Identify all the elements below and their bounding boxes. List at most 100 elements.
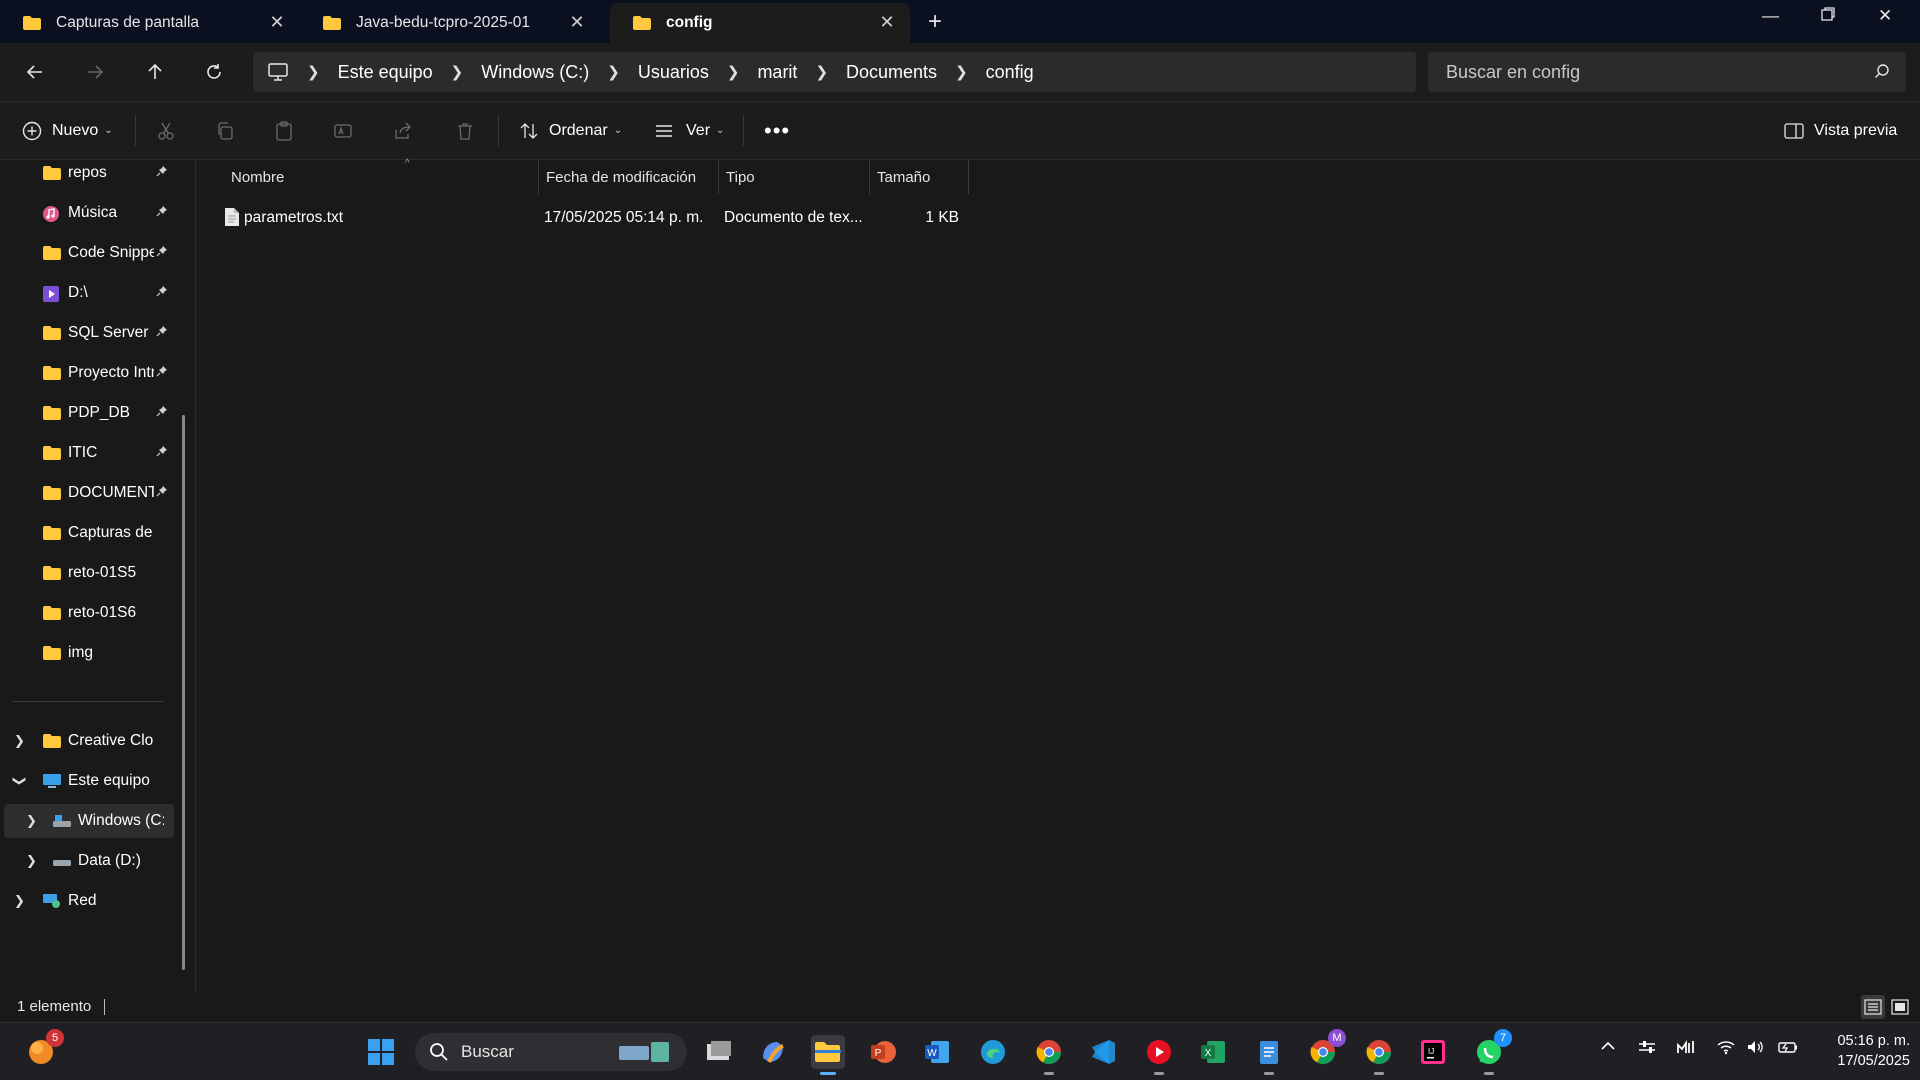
- intellij-button[interactable]: IJ: [1416, 1035, 1450, 1069]
- tab-java-bedu[interactable]: Java-bedu-tcpro-2025-01 ✕: [300, 3, 600, 43]
- chevron-right-icon[interactable]: ❯: [26, 813, 37, 829]
- sidebar-item-quick-access[interactable]: reto-01S6: [0, 596, 180, 630]
- sidebar-item-quick-access[interactable]: D:\: [0, 276, 180, 310]
- chrome-second-button[interactable]: [1362, 1035, 1396, 1075]
- excel-button[interactable]: X: [1196, 1035, 1230, 1069]
- search-input[interactable]: Buscar en config: [1428, 52, 1906, 92]
- notepad-button[interactable]: [1252, 1035, 1286, 1075]
- breadcrumb-este-equipo[interactable]: Este equipo: [338, 62, 433, 83]
- sidebar-item-este-equipo[interactable]: ❯ Este equipo: [0, 764, 180, 798]
- table-row[interactable]: parametros.txt 17/05/2025 05:14 p. m. Do…: [224, 200, 969, 234]
- sidebar-item-quick-access[interactable]: ITIC: [0, 436, 180, 470]
- sidebar-item-quick-access[interactable]: DOCUMENTO: [0, 476, 180, 510]
- chevron-right-icon[interactable]: ❯: [727, 63, 740, 81]
- chevron-right-icon[interactable]: ❯: [607, 63, 620, 81]
- view-button[interactable]: Ver ⌄: [654, 102, 724, 159]
- pin-icon[interactable]: [156, 485, 168, 500]
- whatsapp-button[interactable]: 7: [1472, 1029, 1512, 1075]
- pin-icon[interactable]: [156, 325, 168, 340]
- pin-icon[interactable]: [156, 205, 168, 220]
- copy-button[interactable]: [215, 102, 235, 159]
- sidebar-item-windows-c[interactable]: ❯ Windows (C:): [4, 804, 174, 838]
- sidebar-item-red[interactable]: ❯ Red: [0, 884, 180, 918]
- sidebar-item-quick-access[interactable]: Música: [0, 196, 180, 230]
- sidebar-item-quick-access[interactable]: img: [0, 636, 180, 670]
- column-header-type[interactable]: Tipo: [718, 160, 867, 194]
- tiles-view-button[interactable]: [1888, 995, 1912, 1019]
- new-button[interactable]: Nuevo ⌄: [22, 102, 113, 159]
- widgets-button[interactable]: 5: [24, 1029, 64, 1069]
- sidebar-scrollbar[interactable]: [182, 415, 185, 970]
- vscode-button[interactable]: [1086, 1035, 1120, 1069]
- sidebar-item-quick-access[interactable]: Proyecto Intr: [0, 356, 180, 390]
- chevron-right-icon[interactable]: ❯: [14, 733, 25, 749]
- battery-icon[interactable]: [1776, 1039, 1798, 1059]
- sidebar-item-quick-access[interactable]: reto-01S5: [0, 556, 180, 590]
- sidebar-item-quick-access[interactable]: Capturas de par: [0, 516, 180, 550]
- minimize-icon[interactable]: —: [1762, 6, 1779, 26]
- chevron-down-icon[interactable]: ❯: [11, 776, 27, 787]
- cut-button[interactable]: [156, 102, 176, 159]
- sidebar-item-creative-cloud[interactable]: ❯ Creative Cloud F: [0, 724, 180, 758]
- chrome-button[interactable]: [1032, 1035, 1066, 1075]
- close-icon[interactable]: ✕: [878, 13, 896, 31]
- chevron-right-icon[interactable]: ❯: [815, 63, 828, 81]
- chevron-right-icon[interactable]: ❯: [14, 893, 25, 909]
- column-header-modified[interactable]: Fecha de modificación: [538, 160, 717, 194]
- new-tab-button[interactable]: +: [928, 10, 942, 34]
- meter-icon[interactable]: [1676, 1039, 1696, 1059]
- volume-icon[interactable]: [1746, 1039, 1766, 1059]
- sidebar-item-data-d[interactable]: ❯ Data (D:): [0, 844, 180, 878]
- sidebar-item-quick-access[interactable]: repos: [0, 156, 180, 190]
- close-icon[interactable]: ✕: [268, 13, 286, 31]
- breadcrumb-marit[interactable]: marit: [757, 62, 797, 83]
- column-header-size[interactable]: Tamaño: [869, 160, 969, 194]
- pin-icon[interactable]: [156, 285, 168, 300]
- tab-config[interactable]: config ✕: [610, 3, 910, 43]
- breadcrumb-documents[interactable]: Documents: [846, 62, 937, 83]
- file-explorer-button[interactable]: [811, 1035, 845, 1075]
- pin-icon[interactable]: [156, 165, 168, 180]
- breadcrumb-config[interactable]: config: [986, 62, 1034, 83]
- pin-icon[interactable]: [156, 365, 168, 380]
- sort-button[interactable]: Ordenar ⌄: [519, 102, 622, 159]
- up-button[interactable]: [140, 57, 170, 87]
- rename-button[interactable]: [333, 102, 353, 159]
- copilot-button[interactable]: [756, 1035, 790, 1069]
- sidebar-item-quick-access[interactable]: Code Snippe: [0, 236, 180, 270]
- wifi-icon[interactable]: [1716, 1039, 1736, 1059]
- chevron-right-icon[interactable]: ❯: [451, 63, 464, 81]
- sliders-icon[interactable]: [1638, 1039, 1656, 1059]
- refresh-button[interactable]: [199, 57, 229, 87]
- chevron-right-icon[interactable]: ❯: [955, 63, 968, 81]
- details-view-button[interactable]: [1861, 995, 1885, 1019]
- task-view-button[interactable]: [702, 1035, 736, 1069]
- share-button[interactable]: [393, 102, 413, 159]
- close-window-icon[interactable]: ✕: [1878, 6, 1892, 26]
- start-button[interactable]: [364, 1035, 398, 1069]
- sidebar-item-quick-access[interactable]: SQL Server M: [0, 316, 180, 350]
- search-icon[interactable]: [1874, 63, 1890, 84]
- chrome-profile-button[interactable]: M: [1306, 1029, 1346, 1069]
- breadcrumb-usuarios[interactable]: Usuarios: [638, 62, 709, 83]
- sidebar-item-quick-access[interactable]: PDP_DB: [0, 396, 180, 430]
- media-player-button[interactable]: [1142, 1035, 1176, 1075]
- pin-icon[interactable]: [156, 405, 168, 420]
- word-button[interactable]: W: [920, 1035, 954, 1069]
- forward-button[interactable]: [80, 57, 110, 87]
- preview-pane-button[interactable]: Vista previa: [1784, 102, 1897, 159]
- paste-button[interactable]: [274, 102, 294, 159]
- address-bar[interactable]: ❯ Este equipo ❯ Windows (C:) ❯ Usuarios …: [253, 52, 1416, 92]
- taskbar-search-input[interactable]: Buscar: [415, 1033, 687, 1071]
- back-button[interactable]: [20, 57, 50, 87]
- delete-button[interactable]: [455, 102, 475, 159]
- system-clock[interactable]: 05:16 p. m. 17/05/2025: [1810, 1031, 1910, 1071]
- more-options-button[interactable]: •••: [764, 102, 790, 159]
- powerpoint-button[interactable]: P: [866, 1035, 900, 1069]
- column-header-name[interactable]: ^ Nombre: [224, 158, 537, 194]
- breadcrumb-windows-c[interactable]: Windows (C:): [481, 62, 589, 83]
- tab-capturas[interactable]: Capturas de pantalla ✕: [0, 3, 300, 43]
- chevron-up-icon[interactable]: [1600, 1039, 1616, 1057]
- pin-icon[interactable]: [156, 245, 168, 260]
- close-icon[interactable]: ✕: [568, 13, 586, 31]
